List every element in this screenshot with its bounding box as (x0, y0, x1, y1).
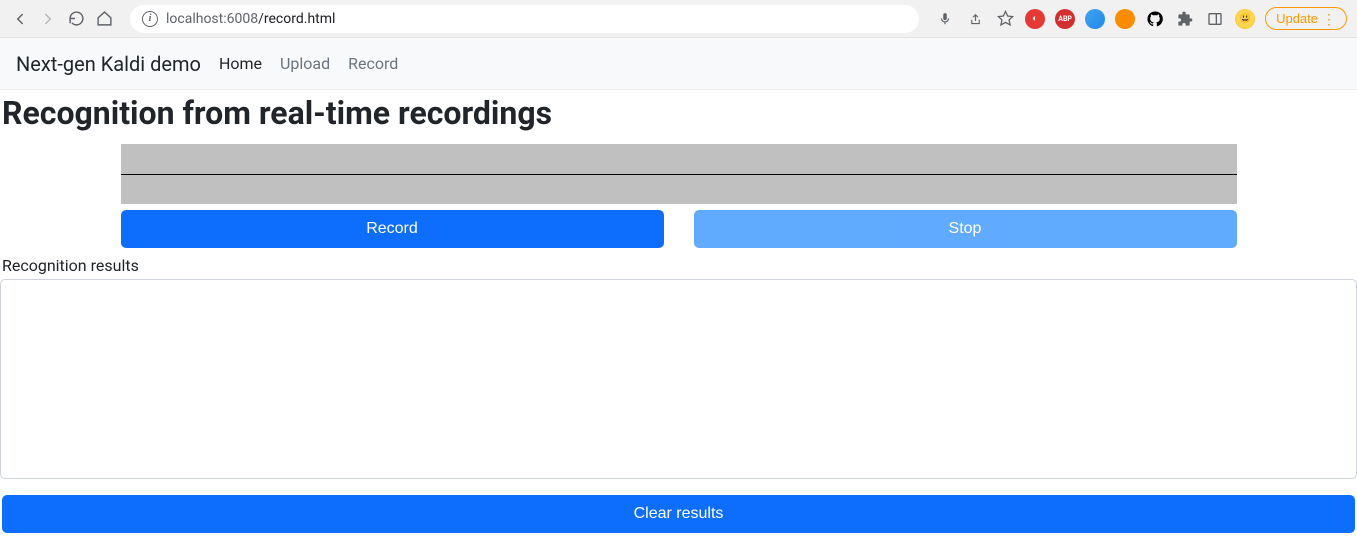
extension-icon-4[interactable] (1115, 9, 1135, 29)
share-icon[interactable] (965, 9, 985, 29)
voice-search-icon[interactable] (935, 9, 955, 29)
waveform-canvas (121, 144, 1237, 204)
menu-dots-icon: ⋮ (1322, 12, 1336, 26)
extension-github-icon[interactable] (1145, 9, 1165, 29)
clear-results-button[interactable]: Clear results (2, 495, 1355, 533)
back-icon[interactable] (10, 9, 30, 29)
update-button[interactable]: Update ⋮ (1265, 7, 1347, 30)
results-textarea[interactable] (0, 279, 1357, 479)
main-container: Record Stop (109, 144, 1249, 248)
waveform-baseline (121, 174, 1237, 175)
results-label: Recognition results (0, 256, 1357, 275)
extension-icon-3[interactable] (1085, 9, 1105, 29)
profile-avatar-icon[interactable]: 😃 (1235, 9, 1255, 29)
browser-chrome: i localhost:6008/record.html ◐ ABP 😃 Upd… (0, 0, 1357, 38)
nav-link-record[interactable]: Record (348, 54, 398, 73)
button-row: Record Stop (121, 210, 1237, 248)
record-button[interactable]: Record (121, 210, 664, 248)
url-text: localhost:6008/record.html (166, 11, 335, 27)
bookmark-star-icon[interactable] (995, 9, 1015, 29)
side-panel-icon[interactable] (1205, 9, 1225, 29)
address-bar[interactable]: i localhost:6008/record.html (130, 5, 919, 33)
forward-icon (38, 9, 58, 29)
stop-button[interactable]: Stop (694, 210, 1237, 248)
home-icon[interactable] (94, 9, 114, 29)
nav-link-home[interactable]: Home (219, 54, 262, 73)
site-info-icon[interactable]: i (142, 11, 158, 27)
extension-abp-icon[interactable]: ABP (1055, 9, 1075, 29)
extension-icon-1[interactable]: ◐ (1025, 9, 1045, 29)
navbar: Next-gen Kaldi demo Home Upload Record (0, 38, 1357, 90)
extensions-icon[interactable] (1175, 9, 1195, 29)
page-title: Recognition from real-time recordings (0, 94, 1357, 132)
reload-icon[interactable] (66, 9, 86, 29)
brand[interactable]: Next-gen Kaldi demo (16, 52, 201, 76)
nav-link-upload[interactable]: Upload (280, 54, 330, 73)
browser-right-icons: ◐ ABP 😃 Update ⋮ (935, 7, 1347, 30)
